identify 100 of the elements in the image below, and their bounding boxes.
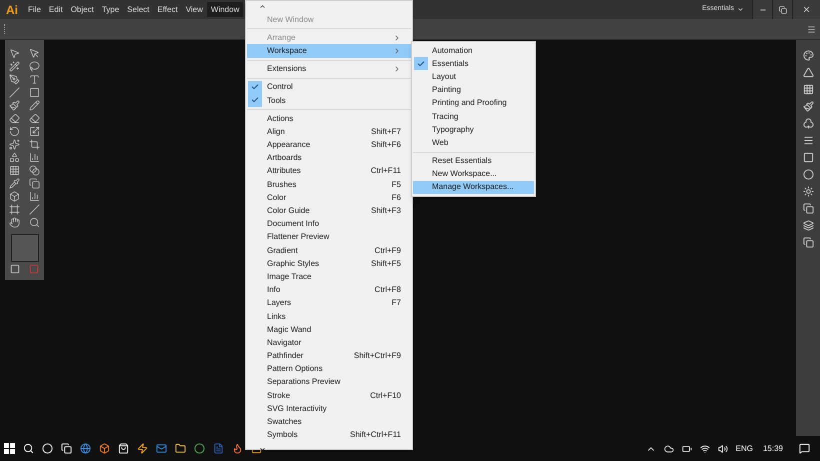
zoom-tool-icon[interactable] (28, 217, 40, 228)
menu-item[interactable]: Printing and Proofing (413, 96, 534, 110)
menu-item[interactable]: Color Guide Shift+F3 (247, 204, 411, 218)
copy-icon[interactable] (802, 237, 814, 248)
square-icon[interactable] (802, 152, 814, 163)
menu-item[interactable]: Magic Wand (247, 323, 411, 336)
clock[interactable]: 15:39 (762, 442, 783, 454)
menu-item[interactable]: Appearance Shift+F6 (247, 138, 411, 152)
column-graph-icon[interactable] (28, 191, 40, 202)
rectangle-tool-icon[interactable] (28, 87, 40, 98)
lasso-tool-icon[interactable] (28, 61, 40, 72)
scroll-up-icon[interactable] (259, 2, 266, 10)
type-tool-icon[interactable] (28, 74, 40, 85)
menu-item[interactable]: Typography (413, 123, 534, 136)
pen-tool-icon[interactable] (9, 74, 20, 85)
cloud-icon[interactable] (664, 444, 674, 454)
menu-item[interactable]: Swatches (247, 415, 411, 429)
menu-item[interactable]: Brushes F5 (247, 178, 411, 192)
close-button[interactable] (792, 0, 820, 19)
graph-tool-icon[interactable] (28, 152, 40, 163)
eraser-tool-icon[interactable] (9, 113, 20, 124)
menu-item[interactable]: Extensions (247, 62, 411, 76)
volume-icon[interactable] (718, 444, 728, 454)
brush-tool-icon[interactable] (9, 100, 20, 111)
menu[interactable]: Effect (153, 2, 182, 17)
menu-item[interactable]: Links (247, 310, 411, 324)
grid-icon[interactable] (802, 84, 814, 95)
lines-icon[interactable] (802, 135, 814, 146)
artboard-tool-icon[interactable] (9, 204, 20, 215)
wifi-icon[interactable] (700, 444, 710, 454)
menu-item[interactable]: Workspace (247, 44, 411, 58)
menu-item[interactable]: Image Trace (247, 270, 411, 284)
menu[interactable]: File (24, 2, 45, 17)
brush-icon[interactable] (802, 101, 814, 112)
menu-item[interactable]: Painting (413, 84, 534, 97)
cortana-circle-icon[interactable] (42, 443, 53, 454)
fill-stroke-swatch[interactable] (10, 234, 38, 262)
eyedropper-tool-icon[interactable] (9, 178, 20, 189)
pencil-tool-icon[interactable] (28, 100, 40, 111)
eraser-tool-icon[interactable] (28, 113, 40, 124)
document-app-icon[interactable] (213, 443, 224, 454)
task-view-icon[interactable] (61, 443, 72, 454)
menu-item[interactable]: Document Info (247, 218, 411, 231)
mesh-tool-icon[interactable] (9, 165, 20, 176)
search-icon[interactable] (23, 443, 34, 454)
club-icon[interactable] (802, 118, 814, 129)
shape-builder-icon[interactable] (9, 152, 20, 163)
scroll-down-icon[interactable] (259, 446, 266, 453)
menu-item[interactable]: Symbols Shift+Ctrl+F11 (247, 428, 411, 442)
selection-tool-icon[interactable] (9, 48, 20, 59)
menu-item[interactable]: Attributes Ctrl+F11 (247, 164, 411, 178)
wand-tool-icon[interactable] (9, 61, 20, 72)
color-mode-icon[interactable] (10, 264, 20, 274)
lightning-app-icon[interactable] (137, 443, 148, 454)
browser-icon[interactable] (80, 443, 91, 454)
menu-item[interactable]: Pathfinder Shift+Ctrl+F9 (247, 350, 411, 363)
scale-tool-icon[interactable] (28, 126, 40, 137)
windows-logo-icon[interactable] (4, 443, 15, 454)
mail-icon[interactable] (156, 443, 167, 454)
panel-options-icon[interactable] (807, 24, 816, 34)
menu-item[interactable]: Navigator (247, 336, 411, 350)
menu-item[interactable]: Essentials (413, 57, 534, 70)
sun-icon[interactable] (802, 186, 814, 197)
menu-item[interactable]: Reset Essentials (413, 154, 534, 168)
rotate-tool-icon[interactable] (9, 126, 20, 137)
menu-item[interactable]: Actions (247, 112, 411, 126)
menu-item[interactable]: Automation (413, 44, 534, 58)
menu[interactable]: Window (206, 2, 244, 17)
triangle-icon[interactable] (802, 67, 814, 78)
menu-item[interactable]: Color F6 (247, 191, 411, 204)
menu-item[interactable]: Layout (413, 70, 534, 84)
menu-item[interactable]: Flattener Preview (247, 230, 411, 244)
hand-tool-icon[interactable] (9, 217, 20, 228)
circle-icon[interactable] (802, 169, 814, 180)
menu-item[interactable]: Layers F7 (247, 296, 411, 310)
menu[interactable]: Object (66, 2, 98, 17)
store-icon[interactable] (118, 443, 129, 454)
restore-button[interactable] (772, 0, 792, 19)
menu-item[interactable]: Artboards (247, 152, 411, 165)
menu[interactable]: Select (123, 2, 154, 17)
menu-item[interactable]: Tracing (413, 110, 534, 124)
language-indicator[interactable]: ENG (736, 442, 753, 454)
pointer-tool-icon[interactable] (28, 48, 40, 59)
copy-icon[interactable] (802, 203, 814, 214)
menu-item[interactable]: Gradient Ctrl+F9 (247, 244, 411, 258)
menu-item[interactable]: SVG Interactivity (247, 402, 411, 416)
menu[interactable]: Edit (44, 2, 67, 17)
layers-icon[interactable] (802, 220, 814, 231)
menu-item[interactable]: Manage Workspaces... (413, 180, 534, 194)
menu-item[interactable]: New Workspace... (413, 168, 534, 181)
box-app-icon[interactable] (99, 443, 110, 454)
menu-item[interactable]: Stroke Ctrl+F10 (247, 389, 411, 402)
menu-item[interactable]: Separations Preview (247, 376, 411, 390)
notifications-icon[interactable] (799, 443, 810, 454)
menu-item[interactable]: Web (413, 136, 534, 150)
menu-item[interactable]: Graphic Styles Shift+F5 (247, 257, 411, 270)
menu-item[interactable]: Control (247, 80, 411, 94)
menu-item[interactable]: Tools (247, 94, 411, 108)
menu[interactable]: View (182, 2, 207, 17)
menu-item[interactable]: Pattern Options (247, 362, 411, 376)
